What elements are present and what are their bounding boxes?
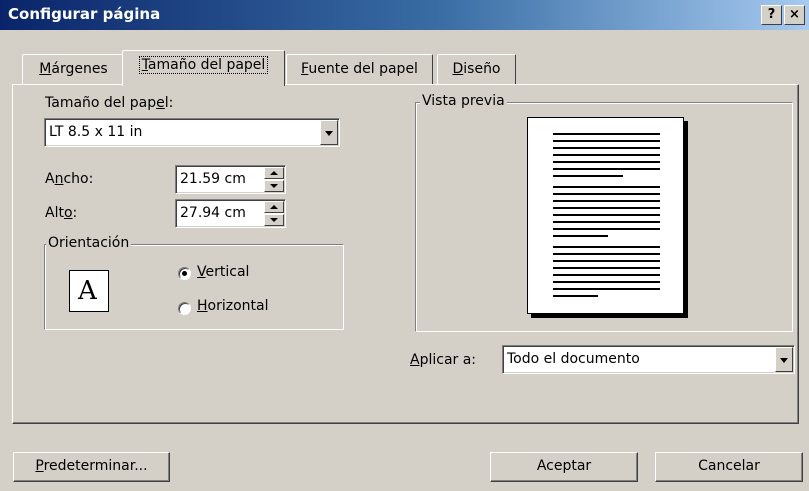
horizontal-label[interactable]: Horizontal xyxy=(197,298,269,314)
tab-diseno[interactable]: Diseño xyxy=(437,54,516,84)
preview-legend: Vista previa xyxy=(420,93,507,109)
spin-down-icon[interactable] xyxy=(264,180,284,192)
spin-down-icon[interactable] xyxy=(264,214,284,226)
cancel-button[interactable]: Cancelar xyxy=(655,452,803,482)
window-title: Configurar página xyxy=(8,5,161,23)
height-label: Alto: xyxy=(45,205,78,221)
ok-button[interactable]: Aceptar xyxy=(490,452,638,482)
tab-tamano-del-papel[interactable]: Tamaño del papel xyxy=(122,50,285,86)
spin-up-icon[interactable] xyxy=(264,201,284,213)
close-button[interactable]: × xyxy=(784,5,805,25)
chevron-down-icon[interactable] xyxy=(320,120,338,145)
title-bar[interactable]: Configurar página ? × xyxy=(0,0,809,30)
apply-to-value: Todo el documento xyxy=(507,351,640,367)
width-spinner[interactable]: 21.59 cm xyxy=(175,165,286,194)
horizontal-radio[interactable] xyxy=(178,302,191,315)
paper-size-label: Tamaño del papel: xyxy=(45,95,174,111)
default-button[interactable]: Predeterminar... xyxy=(13,452,170,482)
orientation-legend: Orientación xyxy=(46,235,132,251)
vertical-radio[interactable] xyxy=(178,267,191,280)
page-preview xyxy=(527,117,684,314)
portrait-page-icon: A xyxy=(69,270,109,312)
vertical-label[interactable]: Vertical xyxy=(197,264,249,280)
tab-fuente-del-papel[interactable]: Fuente del papel xyxy=(286,54,433,84)
width-label: Ancho: xyxy=(45,171,94,187)
chevron-down-icon[interactable] xyxy=(775,347,793,372)
paper-size-value: LT 8.5 x 11 in xyxy=(49,124,143,140)
help-button[interactable]: ? xyxy=(761,5,782,25)
spin-up-icon[interactable] xyxy=(264,167,284,179)
apply-to-select[interactable]: Todo el documento xyxy=(502,345,795,374)
height-spinner[interactable]: 27.94 cm xyxy=(175,199,286,228)
apply-to-label: Aplicar a: xyxy=(410,352,477,368)
tab-margenes[interactable]: Márgenes xyxy=(22,54,125,84)
paper-size-select[interactable]: LT 8.5 x 11 in xyxy=(44,118,340,147)
